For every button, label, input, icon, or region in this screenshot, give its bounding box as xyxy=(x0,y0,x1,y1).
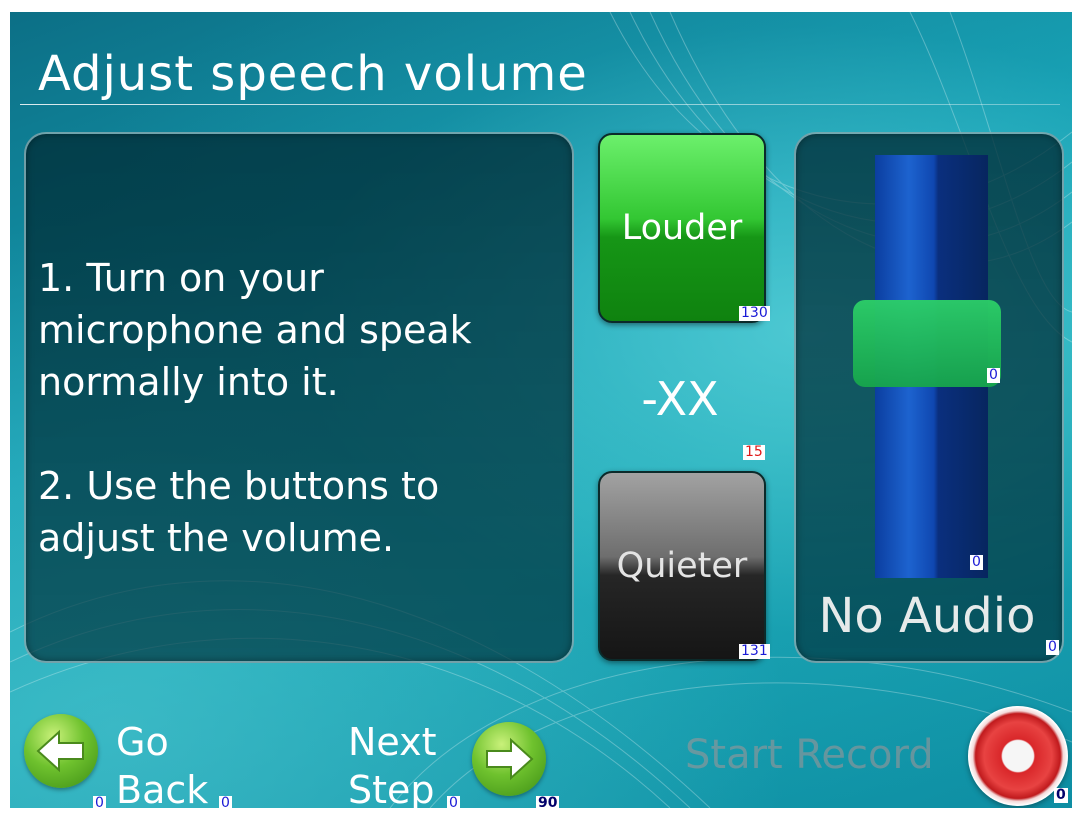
go-back-label[interactable]: Go Back xyxy=(116,718,208,808)
next-text-debug-tag: 0 xyxy=(447,796,460,808)
meter-label-debug-tag: 0 xyxy=(1046,639,1059,655)
next-icon-debug-tag: 90 xyxy=(536,796,560,808)
instructions-panel: 1. Turn on your microphone and speak nor… xyxy=(24,132,574,663)
quieter-debug-tag: 131 xyxy=(739,643,770,659)
title-divider xyxy=(20,104,1060,105)
louder-button[interactable]: Louder xyxy=(598,133,766,323)
app-screen: Adjust speech volume 1. Turn on your mic… xyxy=(10,12,1072,808)
next-step-line2: Step xyxy=(348,768,435,808)
page-title: Adjust speech volume xyxy=(38,46,588,102)
arrow-left-icon xyxy=(36,729,84,773)
record-button[interactable] xyxy=(968,706,1068,806)
quieter-button-label: Quieter xyxy=(616,546,748,586)
audio-meter-panel: No Audio xyxy=(794,132,1064,663)
back-text-debug-tag: 0 xyxy=(219,796,232,808)
start-record-label: Start Record xyxy=(685,732,934,778)
next-step-label[interactable]: Next Step xyxy=(348,718,437,808)
next-step-button[interactable] xyxy=(472,722,546,796)
go-back-line2: Back xyxy=(116,768,209,808)
louder-button-label: Louder xyxy=(621,208,743,248)
record-debug-tag: 0 xyxy=(1054,787,1068,803)
meter-bottom-debug-tag: 0 xyxy=(970,554,983,570)
back-icon-debug-tag: 0 xyxy=(93,796,106,808)
go-back-button[interactable] xyxy=(24,714,98,788)
arrow-right-icon xyxy=(486,737,534,781)
quieter-button[interactable]: Quieter xyxy=(598,471,766,661)
volume-debug-tag: 15 xyxy=(743,444,765,460)
next-step-line1: Next xyxy=(348,720,437,764)
louder-debug-tag: 130 xyxy=(739,305,770,321)
audio-status-label: No Audio xyxy=(818,588,1036,644)
go-back-line1: Go xyxy=(116,720,169,764)
volume-value: -XX xyxy=(641,372,719,426)
instructions-text: 1. Turn on your microphone and speak nor… xyxy=(38,256,472,560)
volume-meter-handle[interactable] xyxy=(853,300,1001,387)
meter-handle-debug-tag: 0 xyxy=(987,367,1000,383)
